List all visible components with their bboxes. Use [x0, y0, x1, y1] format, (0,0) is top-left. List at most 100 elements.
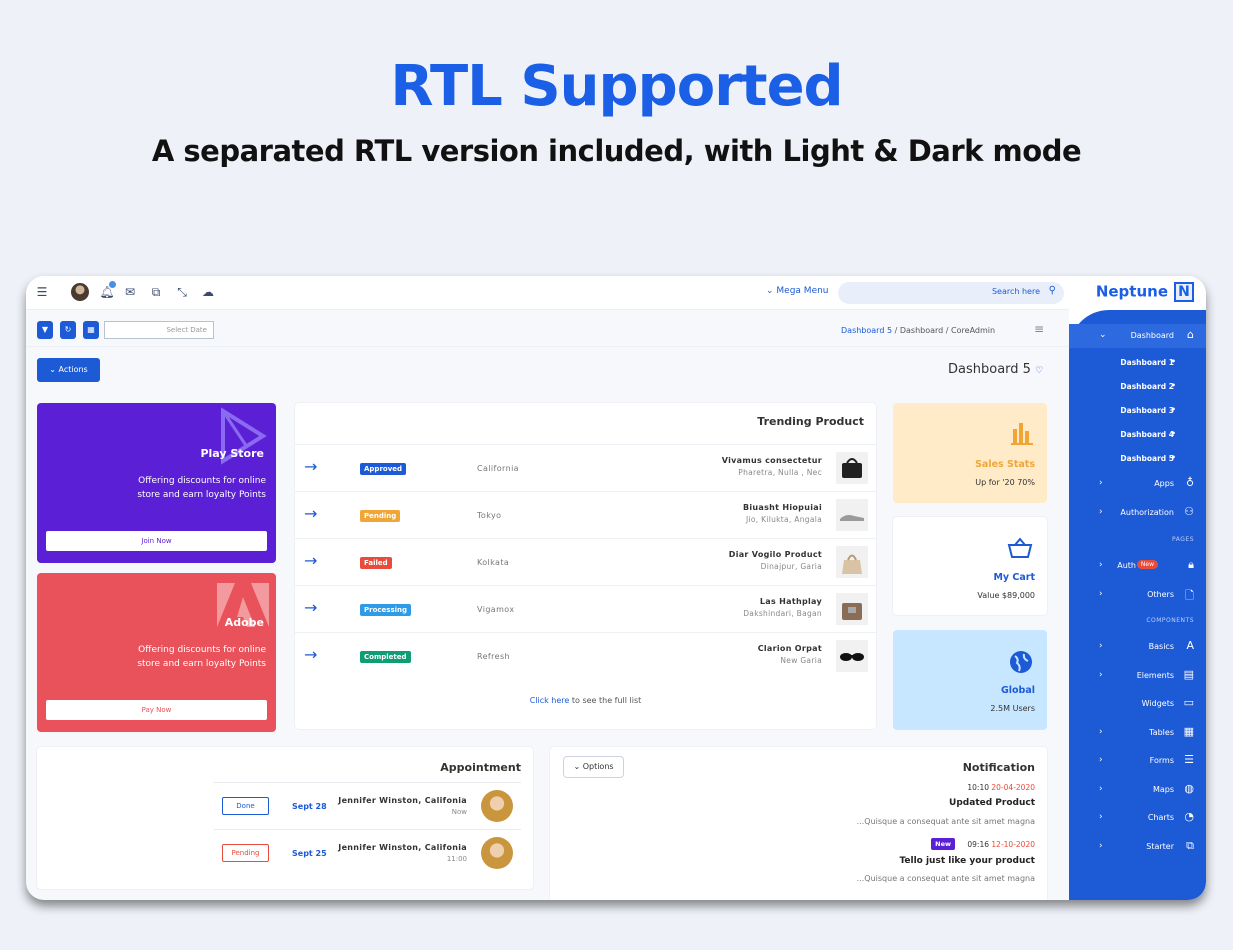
- sidebar-item-auth[interactable]: › Auth New 🔒︎: [1069, 556, 1206, 576]
- options-button[interactable]: ⌄ Options: [563, 756, 624, 778]
- table-icon: ▦: [1183, 725, 1194, 738]
- breadcrumb-root[interactable]: CoreAdmin: [951, 326, 995, 335]
- appointment-card: Appointment Done Sept 28 Jennifer Winsto…: [37, 747, 533, 889]
- sidebar-item-elements[interactable]: › Elements ▤: [1069, 666, 1206, 686]
- card-title: Trending Product: [757, 415, 864, 428]
- stat-value: Value $89,000: [977, 591, 1035, 600]
- notification-text: ...Quisque a consequat ante sit amet mag…: [856, 874, 1035, 883]
- avatar[interactable]: [71, 283, 89, 301]
- arrow-right-icon[interactable]: →: [304, 645, 317, 664]
- section-pages: PAGES: [1172, 536, 1194, 543]
- calendar-icon[interactable]: ▦: [83, 321, 99, 339]
- appointment-person: Jennifer Winston, Califonia: [338, 796, 467, 805]
- breadcrumb-current[interactable]: Dashboard 5: [841, 326, 892, 335]
- sales-stats-card[interactable]: Sales Stats Up for '20 70%: [893, 403, 1047, 503]
- sidebar-item-maps[interactable]: › Maps ◍: [1069, 780, 1206, 800]
- mega-menu-button[interactable]: ⌄ Mega Menu: [766, 286, 829, 296]
- card-title: Notification: [962, 761, 1035, 774]
- product-name: Biuasht Hiopuiai: [742, 503, 822, 512]
- brand[interactable]: Neptune N: [1096, 282, 1194, 302]
- promo-desc: Offering discounts for online store and …: [137, 476, 266, 500]
- search-input[interactable]: Search here ⚲: [838, 282, 1064, 304]
- sidebar-menu: ⌄ Dashboard ⌂ Dashboard 1 • Dashboard 2 • …: [1069, 310, 1206, 900]
- promo-adobe: Adobe Offering discounts for online stor…: [37, 573, 276, 732]
- sidebar-item-charts[interactable]: › Charts ◔: [1069, 808, 1206, 828]
- sidebar-sub-dashboard-5[interactable]: Dashboard 5 •: [1069, 451, 1206, 467]
- status-badge[interactable]: Done: [222, 797, 269, 815]
- arrow-right-icon[interactable]: →: [304, 598, 317, 617]
- list-item[interactable]: Pending Sept 25 Jennifer Winston, Califo…: [214, 829, 521, 876]
- arrow-right-icon[interactable]: →: [304, 551, 317, 570]
- list-item[interactable]: Done Sept 28 Jennifer Winston, Califonia…: [214, 782, 521, 829]
- table-row[interactable]: → Completed Refresh Clarion Orpat New Ga…: [295, 632, 876, 679]
- trending-product-card: Trending Product → Approved California V…: [295, 403, 876, 729]
- table-row[interactable]: → Failed Kolkata Diar Vogilo Product Din…: [295, 538, 876, 585]
- appointment-time: 11:00: [446, 855, 467, 863]
- sliders-icon[interactable]: ☰: [34, 284, 50, 300]
- translate-icon[interactable]: ⧉: [148, 284, 164, 300]
- globe-icon: [1010, 651, 1032, 673]
- sidebar-sub-dashboard-1[interactable]: Dashboard 1 •: [1069, 355, 1206, 371]
- sidebar-item-authorization[interactable]: › Authorization ⚇: [1069, 503, 1206, 523]
- sidebar-item-apps[interactable]: › Apps ♁: [1069, 474, 1206, 494]
- sidebar-item-starter[interactable]: › Starter ⧉: [1069, 837, 1206, 857]
- arrow-right-icon[interactable]: →: [304, 504, 317, 523]
- sidebar-item-forms[interactable]: › Forms ☰: [1069, 751, 1206, 771]
- breadcrumb-dashboard[interactable]: Dashboard: [900, 326, 943, 335]
- table-row[interactable]: → Pending Tokyo Biuasht Hiopuiai Jio, Ki…: [295, 491, 876, 538]
- promo-name: Play Store: [200, 447, 264, 460]
- sidebar-item-widgets[interactable]: Widgets ▭: [1069, 694, 1206, 714]
- sidebar-sub-dashboard-3[interactable]: Dashboard 3 •: [1069, 403, 1206, 419]
- sidebar-item-basics[interactable]: › Basics A: [1069, 637, 1206, 657]
- product-thumbnail: [836, 640, 868, 672]
- notification-dot: [109, 281, 116, 288]
- product-place: Jio, Kilukta, Angala: [745, 515, 822, 524]
- sidebar-item-tables[interactable]: › Tables ▦: [1069, 723, 1206, 743]
- avatar: [481, 790, 513, 822]
- location: Vigamox: [477, 605, 515, 614]
- status-badge[interactable]: Pending: [222, 844, 269, 862]
- filter-button[interactable]: ▼: [37, 321, 53, 339]
- date-input[interactable]: Select Date: [104, 321, 214, 339]
- sidebar-item-others[interactable]: › Others 🗋: [1069, 585, 1206, 605]
- click-here-link[interactable]: Click here: [530, 696, 570, 705]
- product-thumbnail: [836, 452, 868, 484]
- search-icon[interactable]: ⚲: [1049, 285, 1056, 296]
- location: Refresh: [477, 652, 511, 661]
- my-cart-card[interactable]: My Cart Value $89,000: [893, 517, 1047, 615]
- status-badge: Processing: [360, 604, 412, 616]
- sidebar-sub-dashboard-2[interactable]: Dashboard 2 •: [1069, 379, 1206, 395]
- heart-icon: ♡: [1035, 366, 1044, 376]
- sidebar-sub-dashboard-4[interactable]: Dashboard 4 •: [1069, 427, 1206, 443]
- arrow-right-icon[interactable]: →: [304, 457, 317, 476]
- monitor-icon: ▭: [1183, 696, 1194, 709]
- top-bar: ☰ 🔔︎ ✉ ⧉ ⤡ ☁ ⌄ Mega Menu Search here ⚲: [26, 276, 1069, 310]
- sidebar-item-dashboard[interactable]: ⌄ Dashboard ⌂: [1069, 326, 1206, 346]
- stat-value: Up for '20 70%: [975, 478, 1035, 487]
- menu-icon[interactable]: ≡: [1034, 322, 1044, 336]
- mail-icon[interactable]: ✉: [122, 284, 138, 300]
- notification-heading[interactable]: Tello just like your product: [899, 856, 1035, 866]
- join-now-button[interactable]: Join Now: [46, 531, 267, 551]
- cloud-icon[interactable]: ☁: [200, 284, 216, 300]
- pay-now-button[interactable]: Pay Now: [46, 700, 267, 720]
- product-name: Clarion Orpat: [757, 644, 822, 653]
- refresh-button[interactable]: ↻: [60, 321, 76, 339]
- product-thumbnail: [836, 499, 868, 531]
- product-place: Dakshindari, Bagan: [743, 609, 822, 618]
- actions-button[interactable]: ⌄ Actions: [37, 358, 100, 382]
- status-badge: Pending: [360, 510, 401, 522]
- avatar: [481, 837, 513, 869]
- promo-play-store: Play Store Offering discounts for online…: [37, 403, 276, 563]
- status-badge: Failed: [360, 557, 392, 569]
- notification-heading[interactable]: Updated Product: [949, 798, 1035, 808]
- product-thumbnail: [836, 546, 868, 578]
- product-place: Dinajpur, Garia: [760, 562, 822, 571]
- hero-subtitle: A separated RTL version included, with L…: [151, 134, 1082, 168]
- fullscreen-icon[interactable]: ⤡: [174, 284, 190, 300]
- table-row[interactable]: → Processing Vigamox Las Hathplay Dakshi…: [295, 585, 876, 632]
- global-card[interactable]: Global 2.5M Users: [893, 630, 1047, 730]
- table-row[interactable]: → Approved California Vivamus consectetu…: [295, 444, 876, 491]
- appointment-date: Sept 25: [292, 849, 327, 858]
- appointment-person: Jennifer Winston, Califonia: [338, 843, 467, 852]
